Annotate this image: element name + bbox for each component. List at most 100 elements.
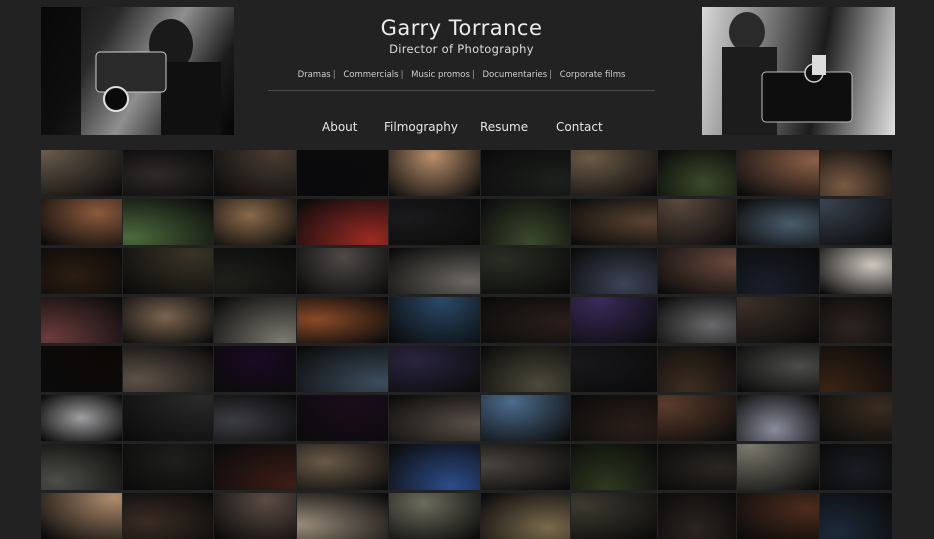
film-still-thumbnail[interactable] <box>297 395 388 441</box>
film-still-thumbnail[interactable] <box>297 248 388 294</box>
film-still-thumbnail[interactable] <box>481 444 570 490</box>
film-still-thumbnail[interactable] <box>41 346 122 392</box>
film-still-thumbnail[interactable] <box>389 346 480 392</box>
film-still-thumbnail[interactable] <box>737 150 819 196</box>
film-still-thumbnail[interactable] <box>41 395 122 441</box>
film-still-thumbnail[interactable] <box>297 199 388 245</box>
film-still-thumbnail[interactable] <box>389 199 480 245</box>
film-still-thumbnail[interactable] <box>658 199 736 245</box>
film-still-thumbnail[interactable] <box>214 493 296 539</box>
film-still-thumbnail[interactable] <box>737 444 819 490</box>
film-still-thumbnail[interactable] <box>123 297 213 343</box>
film-still-thumbnail[interactable] <box>297 493 388 539</box>
film-still-thumbnail[interactable] <box>658 150 736 196</box>
page-subtitle: Director of Photography <box>389 42 534 56</box>
film-still-thumbnail[interactable] <box>297 444 388 490</box>
film-still-thumbnail[interactable] <box>123 444 213 490</box>
film-still-thumbnail[interactable] <box>737 395 819 441</box>
film-still-thumbnail[interactable] <box>737 199 819 245</box>
film-still-thumbnail[interactable] <box>658 297 736 343</box>
film-still-thumbnail[interactable] <box>737 493 819 539</box>
film-still-thumbnail[interactable] <box>481 150 570 196</box>
film-still-thumbnail[interactable] <box>737 248 819 294</box>
film-still-thumbnail[interactable] <box>123 346 213 392</box>
film-still-thumbnail[interactable] <box>658 248 736 294</box>
nav-about[interactable]: About <box>322 120 357 134</box>
film-still-thumbnail[interactable] <box>481 297 570 343</box>
film-still-thumbnail[interactable] <box>214 199 296 245</box>
film-still-thumbnail[interactable] <box>658 493 736 539</box>
film-still-thumbnail[interactable] <box>820 297 892 343</box>
genre-link-dramas[interactable]: Dramas <box>298 70 331 80</box>
film-still-thumbnail[interactable] <box>41 150 122 196</box>
header-photo-right <box>702 7 895 135</box>
film-still-thumbnail[interactable] <box>481 395 570 441</box>
film-still-thumbnail[interactable] <box>658 444 736 490</box>
film-still-thumbnail[interactable] <box>571 493 657 539</box>
film-still-thumbnail[interactable] <box>658 395 736 441</box>
genre-link-corporate-films[interactable]: Corporate films <box>560 70 626 80</box>
film-still-thumbnail[interactable] <box>389 248 480 294</box>
film-still-thumbnail[interactable] <box>737 297 819 343</box>
film-still-thumbnail[interactable] <box>214 150 296 196</box>
film-still-thumbnail[interactable] <box>214 346 296 392</box>
film-still-thumbnail[interactable] <box>41 493 122 539</box>
film-still-thumbnail[interactable] <box>123 199 213 245</box>
header-divider <box>268 90 655 91</box>
film-still-thumbnail[interactable] <box>571 248 657 294</box>
film-still-thumbnail[interactable] <box>41 297 122 343</box>
film-still-thumbnail[interactable] <box>389 395 480 441</box>
film-still-thumbnail[interactable] <box>214 248 296 294</box>
film-still-thumbnail[interactable] <box>297 346 388 392</box>
film-still-thumbnail[interactable] <box>214 395 296 441</box>
genre-separator: | <box>549 70 553 80</box>
nav-filmography[interactable]: Filmography <box>384 120 458 134</box>
genre-link-music-promos[interactable]: Music promos <box>411 70 470 80</box>
film-still-thumbnail[interactable] <box>41 444 122 490</box>
film-still-thumbnail[interactable] <box>297 297 388 343</box>
film-still-thumbnail[interactable] <box>820 444 892 490</box>
film-still-thumbnail[interactable] <box>389 444 480 490</box>
film-still-thumbnail[interactable] <box>41 199 122 245</box>
genre-links: Dramas | Commercials | Music promos | Docum… <box>268 70 655 80</box>
film-still-thumbnail[interactable] <box>389 493 480 539</box>
film-still-thumbnail[interactable] <box>820 248 892 294</box>
genre-separator: | <box>332 70 336 80</box>
cameraman-left-graphic <box>41 7 221 135</box>
film-still-thumbnail[interactable] <box>123 395 213 441</box>
nav-resume[interactable]: Resume <box>480 120 528 134</box>
film-still-thumbnail[interactable] <box>820 346 892 392</box>
film-still-thumbnail[interactable] <box>820 199 892 245</box>
thumbnail-grid <box>41 150 892 539</box>
film-still-thumbnail[interactable] <box>658 346 736 392</box>
film-still-thumbnail[interactable] <box>123 248 213 294</box>
genre-link-documentaries[interactable]: Documentaries <box>482 70 547 80</box>
nav-contact[interactable]: Contact <box>556 120 603 134</box>
film-still-thumbnail[interactable] <box>820 493 892 539</box>
film-still-thumbnail[interactable] <box>41 248 122 294</box>
film-still-thumbnail[interactable] <box>820 150 892 196</box>
genre-link-commercials[interactable]: Commercials <box>343 70 398 80</box>
film-still-thumbnail[interactable] <box>389 150 480 196</box>
film-still-thumbnail[interactable] <box>481 199 570 245</box>
film-still-thumbnail[interactable] <box>123 150 213 196</box>
film-still-thumbnail[interactable] <box>389 297 480 343</box>
page-title: Garry Torrance <box>380 16 543 40</box>
film-still-thumbnail[interactable] <box>571 199 657 245</box>
film-still-thumbnail[interactable] <box>297 150 388 196</box>
film-still-thumbnail[interactable] <box>571 150 657 196</box>
film-still-thumbnail[interactable] <box>214 444 296 490</box>
film-still-thumbnail[interactable] <box>571 346 657 392</box>
film-still-thumbnail[interactable] <box>214 297 296 343</box>
film-still-thumbnail[interactable] <box>481 346 570 392</box>
film-still-thumbnail[interactable] <box>481 493 570 539</box>
film-still-thumbnail[interactable] <box>571 444 657 490</box>
cameraman-right-graphic <box>722 12 853 135</box>
film-still-thumbnail[interactable] <box>737 346 819 392</box>
film-still-thumbnail[interactable] <box>481 248 570 294</box>
film-still-thumbnail[interactable] <box>820 395 892 441</box>
film-still-thumbnail[interactable] <box>571 395 657 441</box>
header-photo-left <box>41 7 234 135</box>
film-still-thumbnail[interactable] <box>571 297 657 343</box>
film-still-thumbnail[interactable] <box>123 493 213 539</box>
